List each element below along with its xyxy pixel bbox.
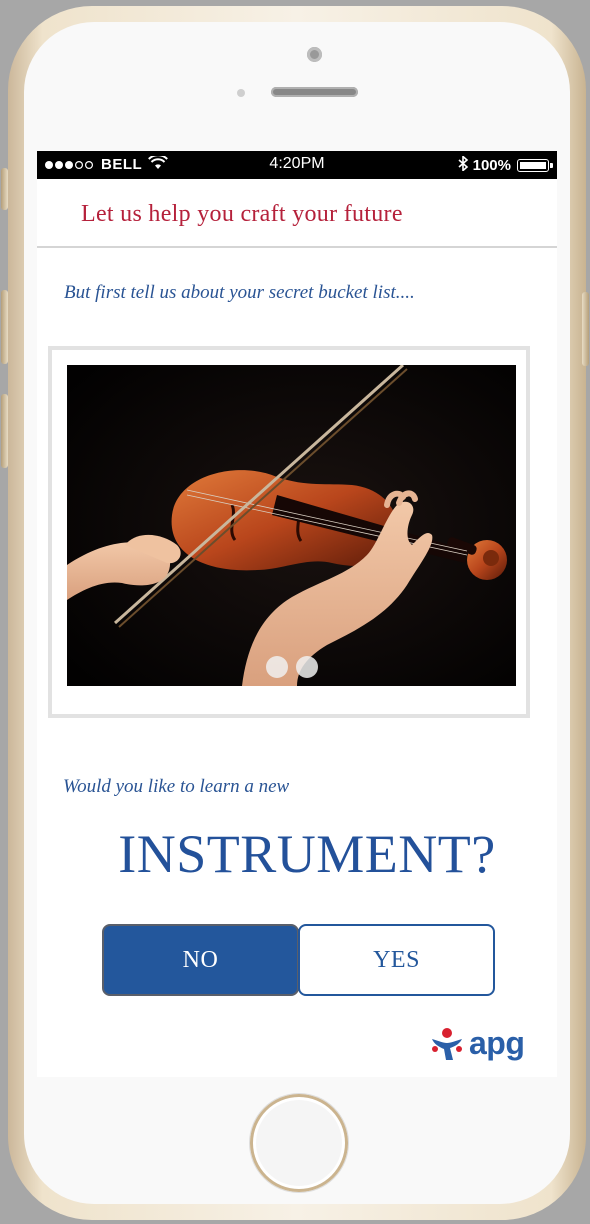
carousel-dot[interactable]	[265, 656, 288, 678]
image-carousel[interactable]	[48, 346, 530, 718]
question-subject: INSTRUMENT?	[118, 824, 496, 884]
violin-illustration	[67, 365, 516, 686]
battery-icon	[517, 158, 553, 172]
apg-logo: apg	[429, 1025, 525, 1062]
status-bar: BELL 4:20PM 100%	[37, 151, 557, 179]
intro-text: But first tell us about your secret buck…	[64, 282, 415, 303]
home-button[interactable]	[250, 1094, 348, 1192]
apg-logo-text: apg	[469, 1025, 525, 1061]
mute-switch	[1, 168, 8, 210]
question-prompt: Would you like to learn a new	[63, 776, 290, 797]
earpiece-speaker	[271, 87, 358, 97]
app-screen: BELL 4:20PM 100% Let us help you craft y…	[37, 151, 557, 1077]
battery-group: 100%	[458, 154, 553, 174]
bluetooth-icon	[458, 154, 469, 174]
volume-up-button	[1, 290, 8, 364]
battery-percent: 100%	[472, 156, 511, 174]
carousel-pager	[265, 656, 318, 678]
carousel-dot[interactable]	[295, 656, 318, 678]
front-camera	[307, 47, 322, 62]
apg-logo-icon	[432, 1027, 462, 1060]
power-button	[582, 292, 589, 366]
volume-down-button	[1, 394, 8, 468]
page-title: Let us help you craft your future	[81, 201, 403, 227]
yes-button[interactable]: YES	[298, 924, 495, 996]
proximity-sensor	[237, 89, 245, 97]
no-button[interactable]: NO	[102, 924, 299, 996]
violin-photo	[67, 365, 516, 686]
app-header: Let us help you craft your future	[37, 179, 557, 248]
